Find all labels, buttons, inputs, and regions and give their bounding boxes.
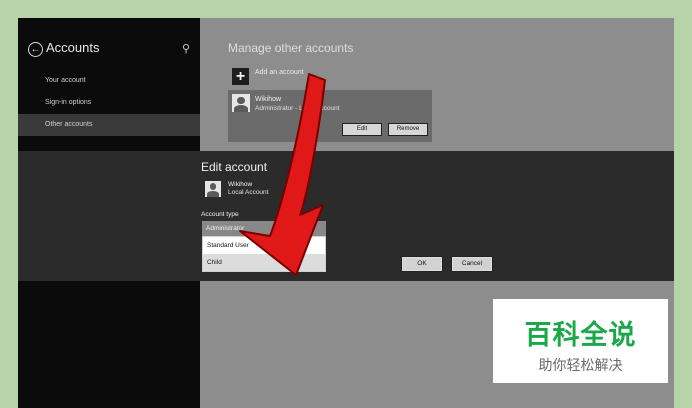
sidebar-title: Accounts: [46, 40, 100, 55]
account-type-dropdown: Standard User Child: [202, 236, 326, 272]
account-type-label: Account type: [201, 211, 239, 218]
dialog-account-name: Wikihow: [228, 181, 253, 188]
cancel-button[interactable]: Cancel: [451, 256, 493, 272]
account-role: Administrator - Local Account: [255, 105, 340, 112]
add-account-label[interactable]: Add an account: [255, 69, 304, 76]
user-avatar-icon: [232, 94, 250, 112]
edit-button[interactable]: Edit: [342, 123, 382, 136]
watermark-logo: 百科全说 助你轻松解决: [493, 299, 668, 383]
dialog-account-kind: Local Account: [228, 189, 269, 196]
account-card[interactable]: Wikihow Administrator - Local Account Ed…: [228, 90, 432, 142]
page-title: Manage other accounts: [228, 41, 354, 55]
search-icon[interactable]: ⚲: [182, 42, 190, 55]
dialog-avatar-icon: [205, 181, 221, 197]
remove-button[interactable]: Remove: [388, 123, 428, 136]
account-name: Wikihow: [255, 96, 282, 103]
dialog-title: Edit account: [201, 160, 268, 174]
watermark-title: 百科全说: [524, 320, 637, 350]
back-arrow-icon[interactable]: ←: [28, 42, 43, 57]
ok-button[interactable]: OK: [401, 256, 443, 272]
option-standard-user[interactable]: Standard User: [203, 237, 325, 254]
sidebar-item-your-account[interactable]: Your account: [18, 70, 200, 92]
edit-account-dialog: Edit account Wikihow Local Account Accou…: [18, 151, 674, 281]
option-child[interactable]: Child: [203, 254, 325, 271]
account-type-select[interactable]: Administrator: [202, 221, 326, 236]
watermark-subtitle: 助你轻松解决: [538, 357, 623, 373]
add-account-icon[interactable]: +: [232, 68, 249, 85]
sidebar-item-other-accounts[interactable]: Other accounts: [18, 114, 200, 136]
mouse-cursor-icon: ↖: [286, 263, 295, 274]
sidebar-item-sign-in-options[interactable]: Sign-in options: [18, 92, 200, 114]
